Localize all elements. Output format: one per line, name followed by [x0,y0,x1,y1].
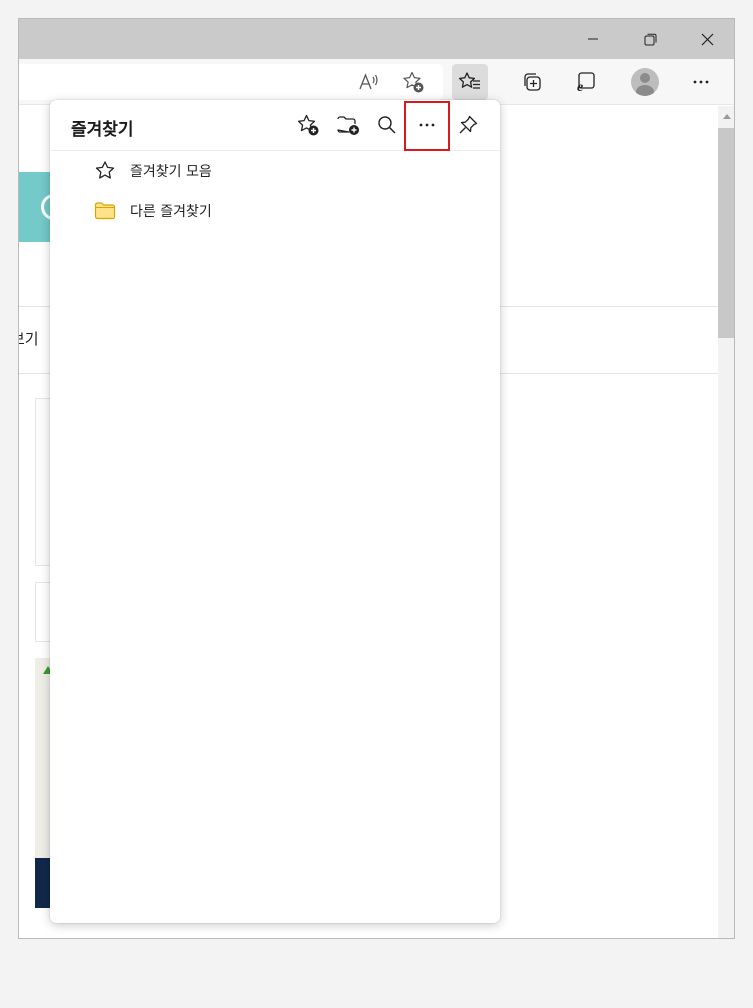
star-plus-icon [296,113,320,137]
vertical-scrollbar[interactable] [718,106,734,938]
read-aloud-button[interactable] [351,64,387,100]
close-icon [701,33,714,46]
title-bar [19,19,734,59]
favorites-icon [458,71,482,93]
minimize-button[interactable] [566,19,620,59]
folder-icon [94,201,116,221]
favorites-button[interactable] [452,64,488,100]
collections-icon [521,71,543,93]
profile-button[interactable] [627,64,663,100]
restore-button[interactable] [623,19,677,59]
favorites-panel: 즐겨찾기 즐겨찾기 모음 다른 즐겨찾기 [50,100,500,923]
favorites-title: 즐겨찾기 [71,120,134,140]
folder-plus-icon [336,114,360,136]
search-favorites-button[interactable] [370,108,404,142]
add-favorite-icon [401,70,425,94]
favorites-item-other-favorites[interactable]: 다른 즐겨찾기 [94,196,212,226]
page-partial-text: 보기 [19,330,39,348]
minimize-icon [587,33,599,45]
add-this-page-button[interactable] [291,108,325,142]
collections-button[interactable] [514,64,550,100]
address-bar[interactable] [19,64,443,100]
pin-icon [457,114,479,136]
screenshot-frame: e 보기 [0,0,753,1008]
more-icon [692,79,710,85]
profile-avatar [631,68,659,96]
scroll-thumb[interactable] [718,128,734,338]
close-window-button[interactable] [680,19,734,59]
browser-toolbar: e [19,59,734,105]
favorites-item-label: 다른 즐겨찾기 [130,204,212,220]
search-icon [377,115,397,135]
settings-more-button[interactable] [683,64,719,100]
restore-icon [644,33,657,46]
scroll-up-arrow-icon[interactable] [723,114,731,119]
highlight-box [404,101,450,151]
favorites-item-favorites-bar[interactable]: 즐겨찾기 모음 [94,156,212,186]
favorites-item-label: 즐겨찾기 모음 [130,164,212,180]
svg-text:e: e [577,80,583,93]
add-folder-button[interactable] [331,108,365,142]
pin-favorites-button[interactable] [451,108,485,142]
internet-explorer-icon: e [575,71,597,93]
add-favorite-button[interactable] [395,64,431,100]
favorites-header: 즐겨찾기 [50,100,500,151]
ie-mode-button[interactable]: e [568,64,604,100]
star-icon [94,160,116,182]
read-aloud-icon [358,72,380,92]
